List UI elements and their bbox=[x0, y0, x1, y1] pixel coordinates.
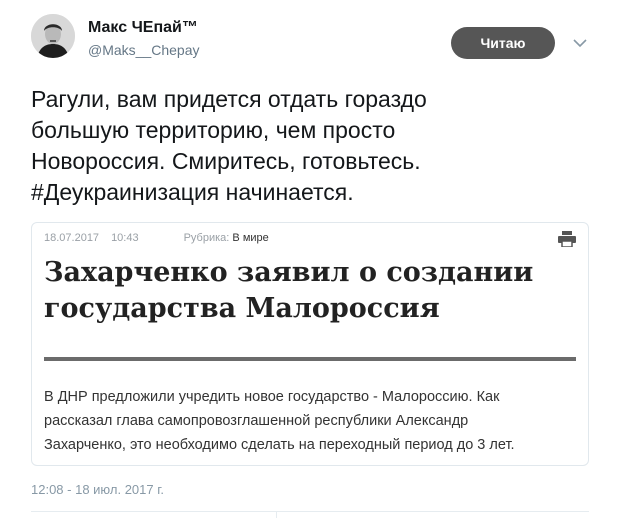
lead-line: В ДНР предложили учредить новое государс… bbox=[44, 389, 500, 405]
chevron-down-icon[interactable] bbox=[571, 34, 589, 52]
article-time: 10:43 bbox=[111, 232, 139, 244]
lead-line: Захарченко, это необходимо сделать на пе… bbox=[44, 437, 515, 453]
author-handle[interactable]: @Maks__Chepay bbox=[88, 42, 200, 58]
author-name[interactable]: Макс ЧЕпай™ bbox=[88, 19, 198, 37]
rubric-value[interactable]: В мире bbox=[232, 232, 268, 244]
tweet-line[interactable]: #Деукраинизация начинается. bbox=[31, 177, 601, 208]
tweet-line: Новороссия. Смиритесь, готовьтесь. bbox=[31, 148, 421, 174]
divider bbox=[44, 357, 576, 361]
following-button-label: Читаю bbox=[480, 35, 526, 51]
avatar[interactable] bbox=[31, 14, 75, 58]
divider bbox=[276, 511, 277, 518]
article-lead: В ДНР предложили учредить новое государс… bbox=[44, 385, 584, 457]
lead-line: рассказал глава самопровозглашенной респ… bbox=[44, 413, 469, 429]
article-card[interactable]: 18.07.2017 10:43 Рубрика: В мире Захарченк… bbox=[31, 222, 589, 466]
rubric-label: Рубрика: bbox=[183, 232, 230, 244]
headline-line: Захарченко заявил о создании bbox=[44, 257, 534, 288]
tweet-timestamp[interactable]: 12:08 - 18 июл. 2017 г. bbox=[31, 482, 164, 497]
divider bbox=[31, 511, 589, 512]
printer-icon[interactable] bbox=[558, 231, 576, 248]
article-headline[interactable]: Захарченко заявил о создании государства… bbox=[44, 255, 574, 327]
article-meta: 18.07.2017 10:43 Рубрика: В мире bbox=[44, 232, 269, 244]
tweet-line: большую территорию, чем просто bbox=[31, 117, 396, 143]
following-button[interactable]: Читаю bbox=[451, 27, 555, 59]
tweet-line: Рагули, вам придется отдать гораздо bbox=[31, 86, 427, 112]
article-date: 18.07.2017 bbox=[44, 232, 100, 244]
tweet-text: Рагули, вам придется отдать гораздо боль… bbox=[31, 84, 601, 208]
headline-line: государства Малороссия bbox=[44, 293, 440, 324]
